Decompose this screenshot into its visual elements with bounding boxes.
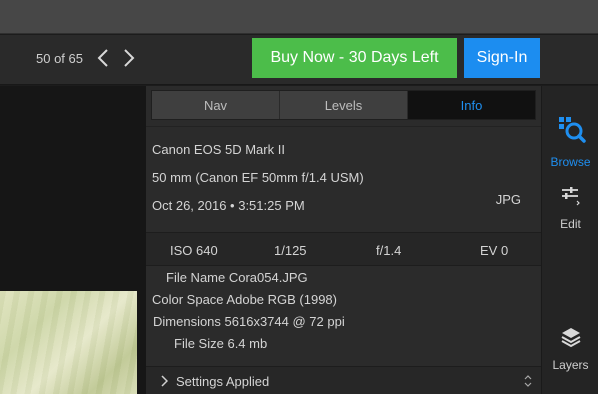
sliders-icon bbox=[561, 187, 580, 206]
camera-model: Canon EOS 5D Mark II bbox=[152, 142, 285, 157]
buy-now-button[interactable]: Buy Now - 30 Days Left bbox=[252, 38, 457, 78]
dimensions: Dimensions 5616x3744 @ 72 ppi bbox=[153, 314, 345, 329]
tab-nav[interactable]: Nav bbox=[152, 91, 280, 119]
prev-image-button[interactable] bbox=[94, 47, 112, 69]
shutter-value: 1/125 bbox=[274, 243, 307, 258]
tab-levels[interactable]: Levels bbox=[280, 91, 408, 119]
sidebar-item-label: Layers bbox=[552, 358, 589, 372]
exif-row: ISO 640 1/125 f/1.4 EV 0 bbox=[146, 232, 541, 266]
sidebar-item-label: Browse bbox=[550, 155, 591, 169]
settings-applied-label: Settings Applied bbox=[176, 374, 270, 389]
chevron-right-icon bbox=[161, 375, 168, 387]
capture-datetime: Oct 26, 2016 • 3:51:25 PM bbox=[152, 198, 305, 213]
sidebar-item-edit[interactable]: Edit bbox=[542, 182, 598, 236]
settings-applied-row[interactable]: Settings Applied bbox=[146, 366, 541, 394]
panel-tabs: Nav Levels Info bbox=[151, 90, 536, 120]
color-space: Color Space Adobe RGB (1998) bbox=[152, 292, 337, 307]
image-counter: 50 of 65 bbox=[36, 51, 83, 66]
file-name: File Name Cora054.JPG bbox=[166, 270, 308, 285]
layers-icon bbox=[561, 328, 580, 348]
tab-info[interactable]: Info bbox=[408, 91, 535, 119]
right-sidebar: Browse Edit Layers bbox=[541, 86, 598, 394]
ev-value: EV 0 bbox=[480, 243, 509, 258]
file-size: File Size 6.4 mb bbox=[174, 336, 268, 351]
chevron-left-icon bbox=[97, 49, 108, 67]
title-bar bbox=[0, 0, 598, 34]
iso-value: ISO 640 bbox=[170, 243, 218, 258]
aperture-value: f/1.4 bbox=[376, 243, 402, 258]
top-toolbar: 50 of 65 Buy Now - 30 Days Left Sign-In bbox=[0, 35, 598, 85]
sidebar-item-browse[interactable]: Browse bbox=[542, 114, 598, 174]
sign-in-button[interactable]: Sign-In bbox=[464, 38, 540, 78]
browse-icon bbox=[558, 117, 586, 143]
divider bbox=[146, 126, 541, 127]
info-panel: Nav Levels Info Canon EOS 5D Mark II 50 … bbox=[146, 86, 541, 394]
sidebar-item-label: Edit bbox=[560, 217, 581, 231]
file-format: JPG bbox=[495, 192, 521, 207]
photo-preview[interactable] bbox=[0, 291, 137, 394]
next-image-button[interactable] bbox=[120, 47, 138, 69]
lens-info: 50 mm (Canon EF 50mm f/1.4 USM) bbox=[152, 170, 364, 185]
chevron-right-icon bbox=[124, 49, 135, 67]
sidebar-item-layers[interactable]: Layers bbox=[542, 322, 598, 378]
expand-collapse-icon bbox=[524, 375, 532, 387]
